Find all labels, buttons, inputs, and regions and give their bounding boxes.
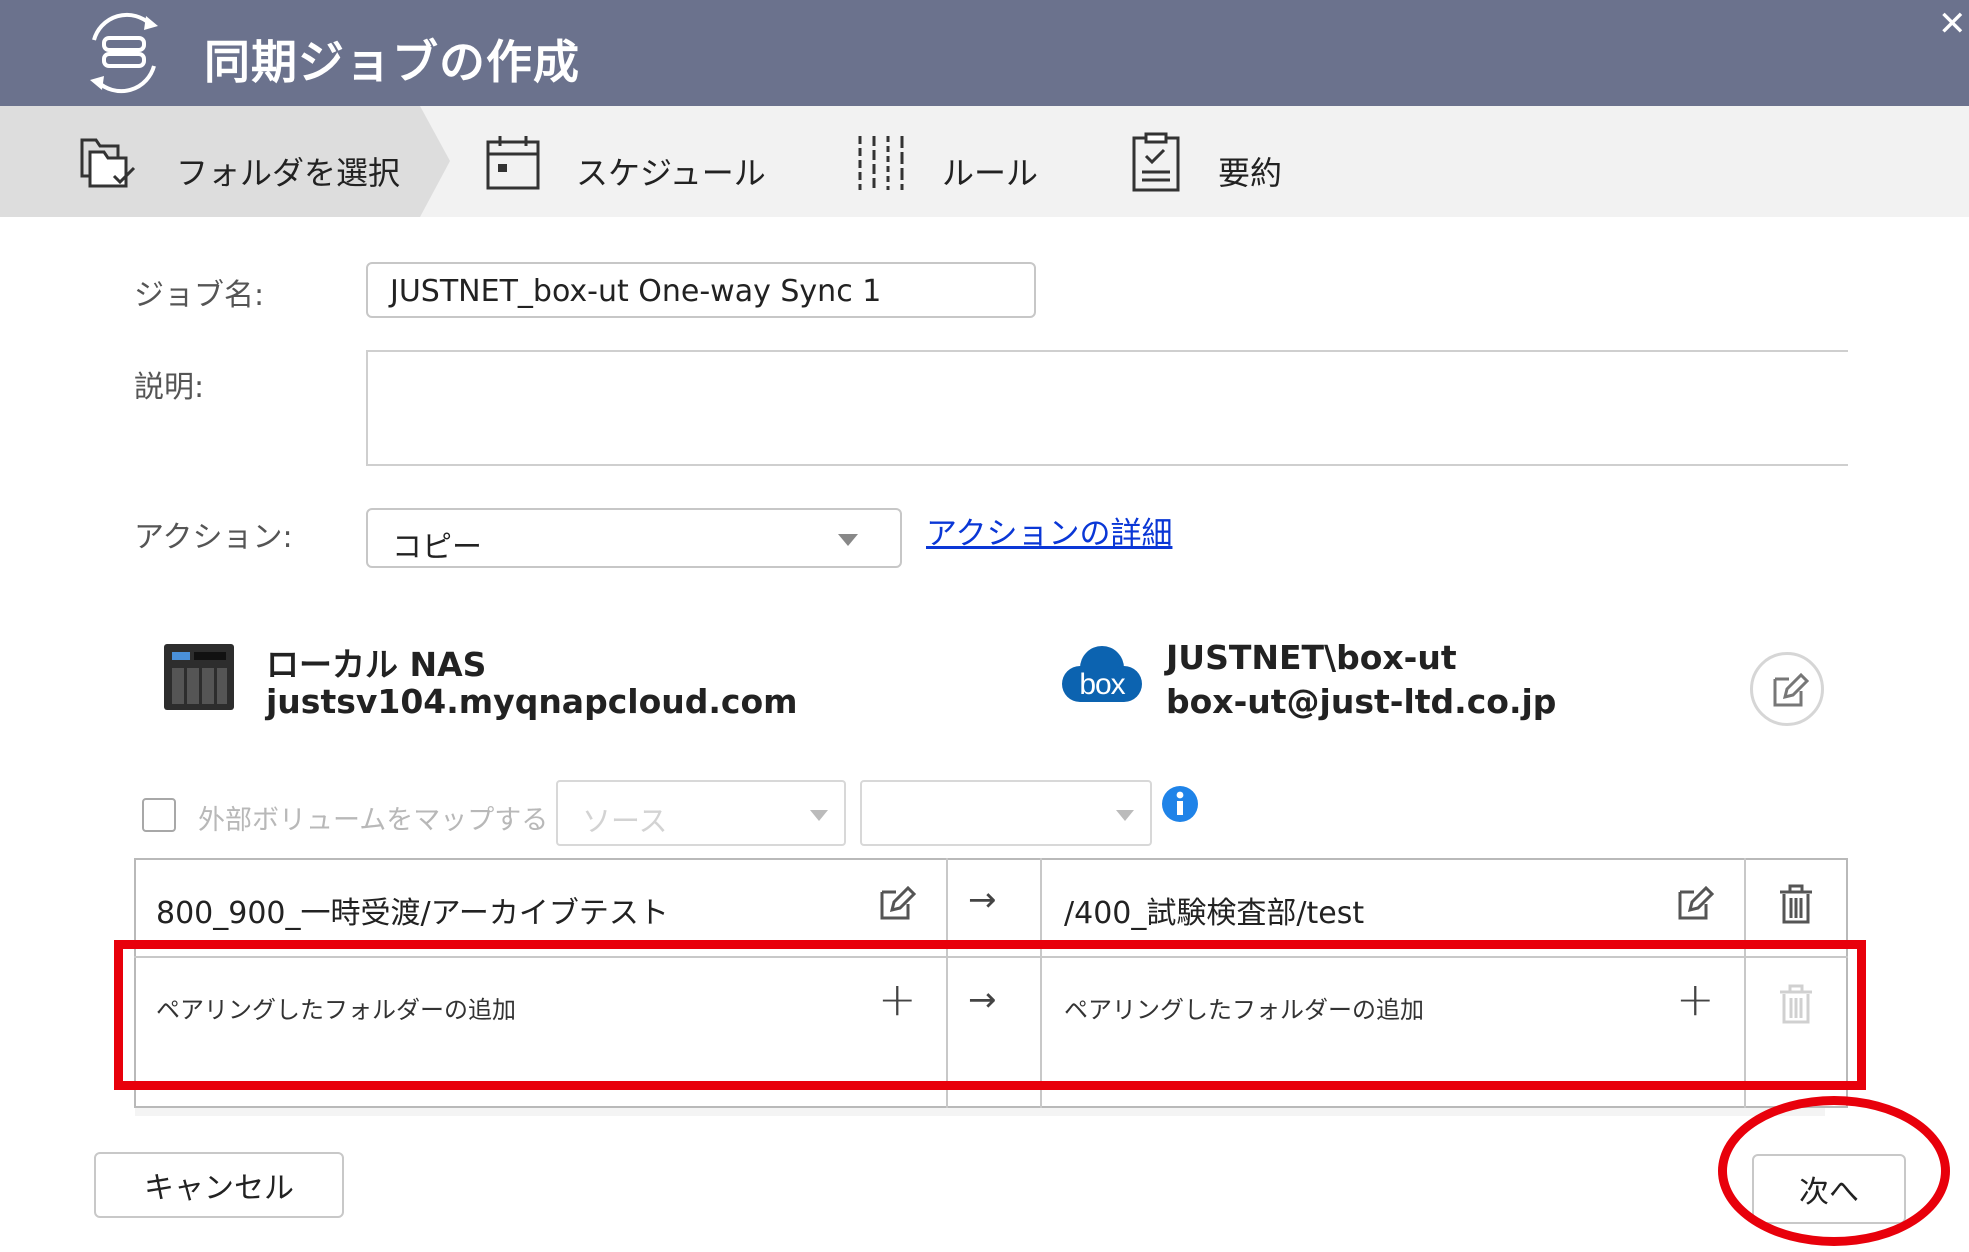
source-host: justsv104.myqnapcloud.com bbox=[266, 682, 798, 721]
info-icon[interactable] bbox=[1162, 786, 1198, 822]
calendar-icon bbox=[486, 136, 540, 190]
map-source-select[interactable]: ソース bbox=[556, 780, 846, 846]
cancel-button[interactable]: キャンセル bbox=[94, 1152, 344, 1218]
action-label: アクション: bbox=[134, 520, 293, 555]
highlight-ellipse bbox=[1718, 1096, 1950, 1246]
arrow-right-icon: → bbox=[968, 880, 997, 920]
chevron-down-icon bbox=[810, 810, 828, 821]
destination-name: JUSTNET\box-ut bbox=[1166, 638, 1457, 677]
job-name-input[interactable]: JUSTNET_box-ut One-way Sync 1 bbox=[366, 262, 1036, 318]
map-volume-label: 外部ボリュームをマップする bbox=[198, 805, 549, 836]
job-name-value: JUSTNET_box-ut One-way Sync 1 bbox=[390, 274, 882, 309]
folder-select-icon bbox=[80, 138, 136, 188]
box-logo-text: box bbox=[1079, 668, 1125, 701]
nas-device-icon bbox=[164, 644, 234, 710]
map-destination-select[interactable] bbox=[860, 780, 1152, 846]
window-title: 同期ジョブの作成 bbox=[204, 35, 580, 89]
edit-connection-button[interactable] bbox=[1750, 652, 1824, 726]
action-details-link[interactable]: アクションの詳細 bbox=[926, 508, 1172, 553]
step-summary[interactable]: 要約 bbox=[1218, 148, 1282, 194]
description-textarea[interactable] bbox=[366, 350, 1848, 466]
description-label: 説明: bbox=[134, 370, 205, 405]
step-rules[interactable]: ルール bbox=[942, 148, 1038, 194]
pair-source-path: 800_900_一時受渡/アーカイブテスト bbox=[156, 896, 669, 931]
source-name: ローカル NAS bbox=[266, 645, 487, 684]
edit-icon[interactable] bbox=[1676, 884, 1714, 922]
action-value: コピー bbox=[392, 530, 482, 565]
box-cloud-icon: box bbox=[1060, 644, 1144, 712]
table-scroll-edge bbox=[135, 1108, 1825, 1116]
edit-icon[interactable] bbox=[878, 884, 916, 922]
chevron-down-icon bbox=[1116, 810, 1134, 821]
map-source-placeholder: ソース bbox=[582, 804, 668, 838]
step-schedule[interactable]: スケジュール bbox=[576, 148, 766, 194]
edit-icon bbox=[1773, 672, 1809, 707]
close-icon[interactable]: ✕ bbox=[1938, 4, 1967, 44]
map-volume-checkbox[interactable] bbox=[142, 798, 176, 832]
chevron-down-icon bbox=[838, 534, 858, 546]
sync-storage-icon bbox=[90, 12, 158, 94]
highlight-box bbox=[114, 940, 1866, 1090]
job-name-label: ジョブ名: bbox=[134, 278, 265, 313]
destination-account: box-ut@just-ltd.co.jp bbox=[1166, 682, 1557, 721]
clipboard-icon bbox=[1132, 132, 1180, 192]
trash-icon[interactable] bbox=[1778, 884, 1814, 924]
pair-destination-path: /400_試験検査部/test bbox=[1064, 896, 1365, 931]
action-select[interactable]: コピー bbox=[366, 508, 902, 568]
step-folder-select[interactable]: フォルダを選択 bbox=[176, 148, 400, 194]
sliders-icon bbox=[858, 136, 904, 190]
